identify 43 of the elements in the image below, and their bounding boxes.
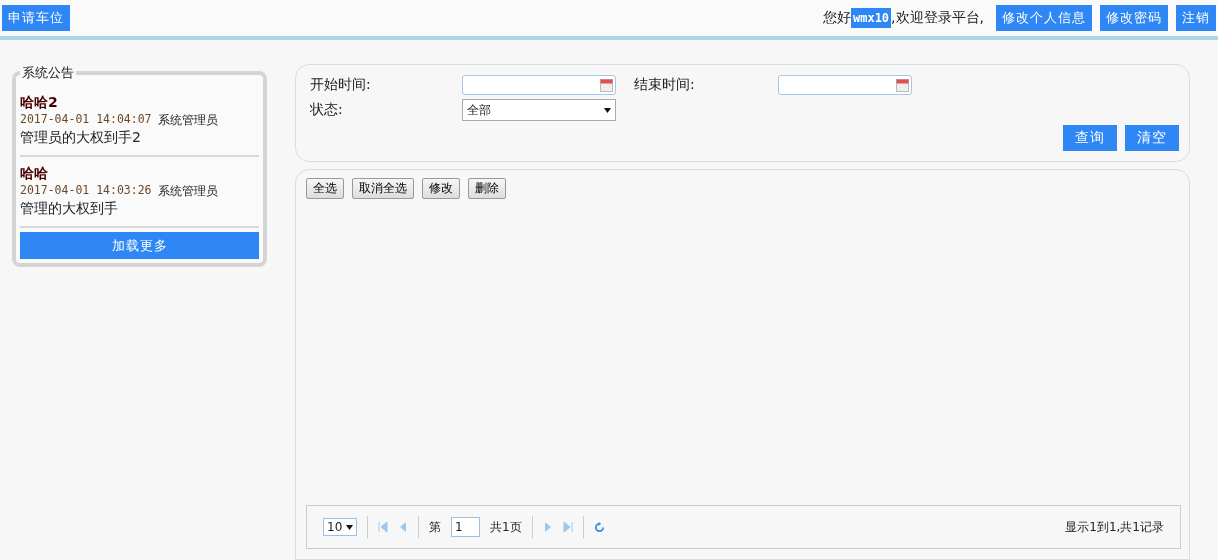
filter-button[interactable]: 清空 [1125,125,1179,151]
toolbar-button[interactable]: 删除 [468,178,506,199]
notice-author: 系统管理员 [157,183,218,200]
header-button[interactable]: 修改密码 [1100,5,1168,31]
status-select[interactable]: 全部 [462,99,616,121]
first-page-icon[interactable] [378,521,388,533]
username: wmx10 [850,8,892,28]
previous-page-icon[interactable] [398,521,408,533]
notice-title: 哈哈 [20,165,49,183]
total-pages: 共1页 [490,518,522,536]
toolbar-button[interactable]: 修改 [422,178,460,199]
header-button[interactable]: 修改个人信息 [996,5,1092,31]
toolbar-button[interactable]: 全选 [306,178,344,199]
header-button[interactable]: 注销 [1176,5,1216,31]
page-label: 第 [429,518,441,536]
page-input[interactable]: 1 [451,517,480,537]
field-label: 状态: [310,101,344,119]
apply-parking-button[interactable]: 申请车位 [2,5,70,31]
notice-title: 哈哈2 [20,94,59,112]
welcome-text: ,欢迎登录平台, [891,9,984,27]
refresh-icon[interactable] [593,521,605,533]
calendar-icon[interactable] [896,78,909,92]
caret-icon [604,107,611,113]
calendar-icon[interactable] [600,78,613,92]
greeting-text: 您好 [822,9,851,27]
notice-body: 管理的大权到手 [20,200,119,218]
last-page-icon[interactable] [562,521,573,533]
notice-body: 管理员的大权到手2 [20,129,142,147]
load-more-button[interactable]: 加载更多 [20,232,259,259]
next-page-icon[interactable] [542,521,553,533]
field-label: 结束时间: [633,76,696,94]
notice-author: 系统管理员 [157,112,218,129]
notice-time: 2017-04-01 14:04:07 [20,112,152,128]
filter-button[interactable]: 查询 [1063,125,1117,151]
caret-icon [346,524,353,530]
date-field[interactable] [778,75,912,95]
notice-time: 2017-04-01 14:03:26 [20,183,152,199]
field-label: 开始时间: [310,76,372,94]
panel-title: 系统公告 [21,64,75,82]
date-field[interactable] [462,75,616,95]
toolbar-button[interactable]: 取消全选 [352,178,414,199]
record-summary: 显示1到1,共1记录 [1065,518,1164,536]
page-size-select[interactable]: 10 [323,518,357,536]
